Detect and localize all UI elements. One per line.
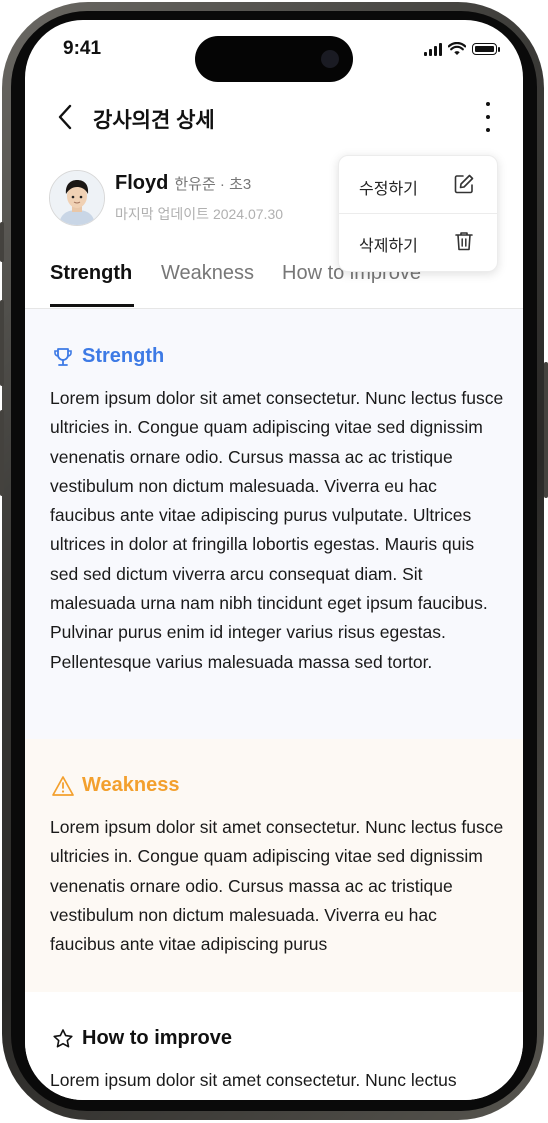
weakness-text: Lorem ipsum dolor sit amet consectetur. … xyxy=(50,817,504,955)
strength-section: Strength Lorem ipsum dolor sit amet cons… xyxy=(25,309,523,739)
last-updated-date: 2024.07.30 xyxy=(212,206,284,222)
tab-weakness[interactable]: Weakness xyxy=(161,262,254,285)
status-icons xyxy=(424,42,500,56)
weakness-heading: Weakness xyxy=(52,774,179,797)
side-button-power xyxy=(544,362,548,498)
header: 강사의견 상세 xyxy=(25,94,523,138)
trophy-icon xyxy=(54,347,72,366)
student-name-sub: 한유준 · 초3 xyxy=(174,176,252,193)
dynamic-island xyxy=(195,36,353,82)
strength-text: Lorem ipsum dolor sit amet consectetur. … xyxy=(50,388,504,672)
improve-title: How to improve xyxy=(82,1027,233,1049)
improve-section: How to improve Lorem ipsum dolor sit ame… xyxy=(25,992,523,1100)
edit-menu-item[interactable]: 수정하기 xyxy=(339,157,497,213)
side-button-volume-down xyxy=(0,410,4,496)
more-options-icon[interactable] xyxy=(483,102,493,132)
battery-icon xyxy=(472,43,500,55)
back-chevron-icon[interactable] xyxy=(55,104,75,130)
side-button-action xyxy=(0,222,4,262)
improve-text: Lorem ipsum dolor sit amet consectetur. … xyxy=(50,1070,457,1090)
active-tab-indicator xyxy=(50,304,134,307)
signal-icon xyxy=(424,42,442,56)
delete-menu-item[interactable]: 삭제하기 xyxy=(339,214,497,270)
strength-heading: Strength xyxy=(52,345,164,368)
tab-strength[interactable]: Strength xyxy=(50,262,132,285)
avatar xyxy=(49,170,105,226)
weakness-title: Weakness xyxy=(82,774,180,796)
improve-heading: How to improve xyxy=(52,1027,232,1050)
last-updated-label: 마지막 업데이트 xyxy=(115,206,210,222)
edit-label: 수정하기 xyxy=(359,181,418,198)
wifi-icon xyxy=(448,42,466,55)
student-name: Floyd 한유준 · 초3 xyxy=(115,172,251,195)
warning-icon xyxy=(52,775,74,796)
weakness-section: Weakness Lorem ipsum dolor sit amet cons… xyxy=(25,739,523,992)
side-button-volume-up xyxy=(0,300,4,386)
trash-icon xyxy=(455,232,473,251)
strength-title: Strength xyxy=(82,345,165,367)
star-icon xyxy=(53,1028,73,1047)
screen: 9:41 강사의견 상세 Floyd 한유준 · 초3 마지막 업데이트 202… xyxy=(25,20,523,1100)
status-time: 9:41 xyxy=(63,38,102,59)
edit-icon xyxy=(454,174,474,194)
student-name-en: Floyd xyxy=(115,172,169,194)
page-title: 강사의견 상세 xyxy=(93,109,215,132)
last-updated: 마지막 업데이트 2024.07.30 xyxy=(115,204,283,224)
options-menu: 수정하기 삭제하기 xyxy=(338,155,498,272)
camera-icon xyxy=(321,50,339,68)
delete-label: 삭제하기 xyxy=(359,238,418,255)
